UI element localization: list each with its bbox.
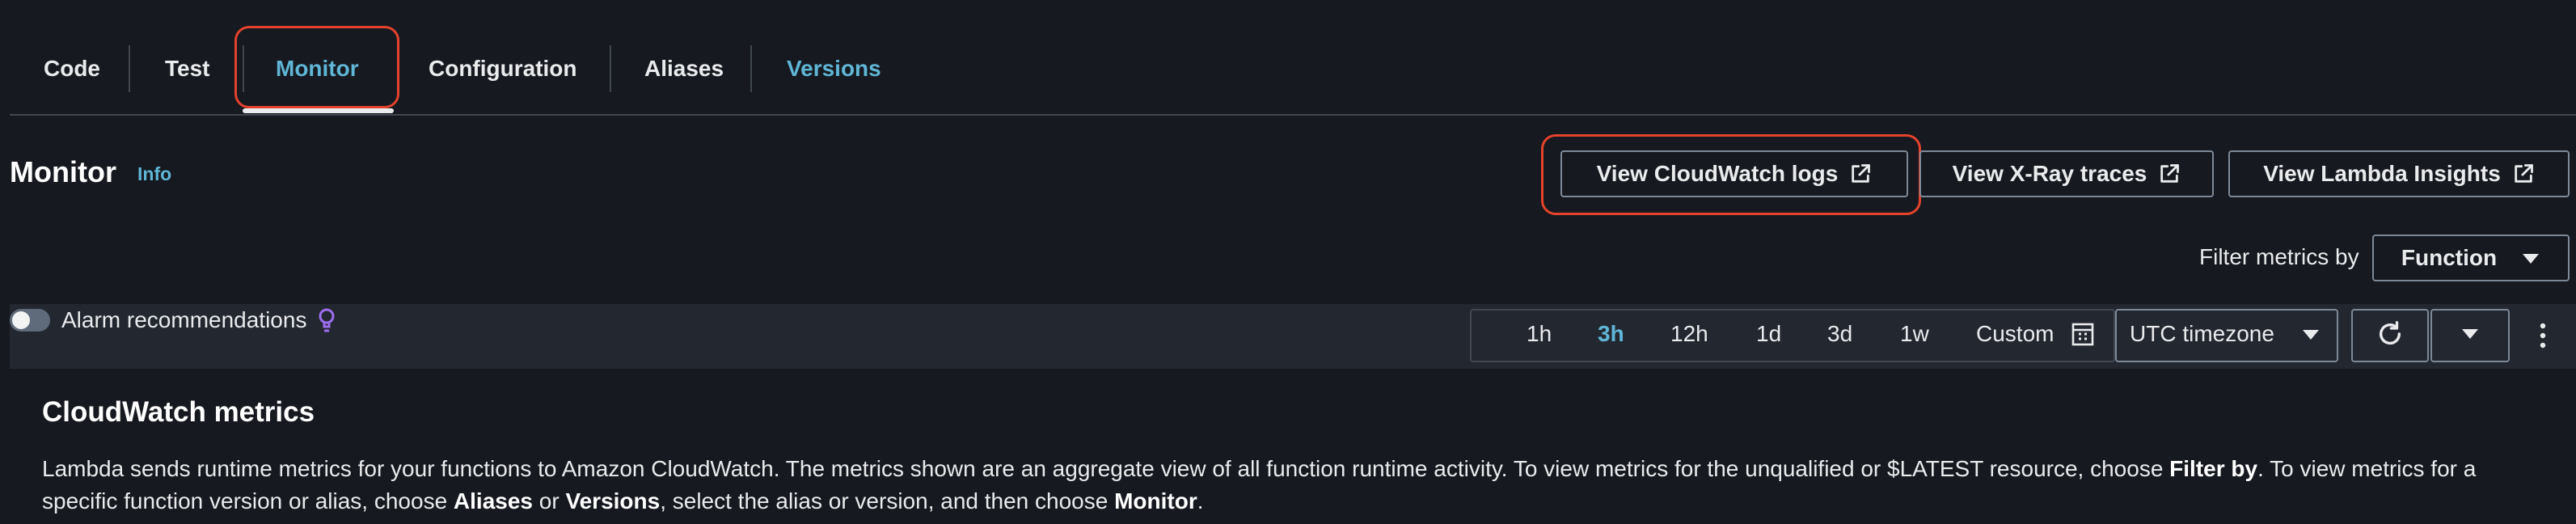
lightbulb-icon bbox=[317, 307, 336, 339]
more-vertical-icon[interactable] bbox=[2539, 322, 2547, 353]
caret-down-icon bbox=[2521, 245, 2540, 271]
cloudwatch-metrics-title: CloudWatch metrics bbox=[42, 396, 315, 428]
tab-configuration[interactable]: Configuration bbox=[429, 49, 577, 89]
range-3h[interactable]: 3h bbox=[1598, 321, 1624, 347]
view-xray-traces-button[interactable]: View X-Ray traces bbox=[1919, 150, 2214, 197]
desc-text: Lambda sends runtime metrics for your fu… bbox=[42, 456, 2170, 481]
view-xray-traces-label: View X-Ray traces bbox=[1952, 161, 2147, 186]
tab-divider bbox=[610, 45, 611, 92]
filter-metrics-label: Filter metrics by bbox=[2199, 244, 2359, 269]
tab-divider bbox=[129, 45, 130, 92]
caret-down-icon bbox=[2301, 328, 2321, 345]
range-1h[interactable]: 1h bbox=[1527, 321, 1552, 347]
info-link[interactable]: Info bbox=[137, 163, 171, 185]
cloudwatch-metrics-description: Lambda sends runtime metrics for your fu… bbox=[42, 453, 2557, 518]
highlight-cloudwatch-logs bbox=[1541, 134, 1921, 215]
refresh-button[interactable] bbox=[2351, 309, 2429, 362]
range-custom[interactable]: Custom bbox=[1976, 321, 2054, 347]
view-lambda-insights-button[interactable]: View Lambda Insights bbox=[2228, 150, 2570, 197]
page-title: Monitor bbox=[10, 155, 116, 188]
refresh-options-dropdown[interactable] bbox=[2430, 309, 2510, 362]
caret-down-icon bbox=[2460, 328, 2481, 344]
refresh-icon bbox=[2376, 320, 2404, 352]
highlight-monitor-tab bbox=[234, 26, 399, 108]
filter-metrics-value: Function bbox=[2401, 245, 2498, 270]
alarm-recommendations-toggle[interactable] bbox=[10, 309, 50, 332]
desc-versions: Versions bbox=[565, 488, 661, 513]
range-12h[interactable]: 12h bbox=[1670, 321, 1708, 347]
desc-text: . bbox=[1197, 488, 1204, 513]
calendar-icon[interactable] bbox=[2071, 322, 2094, 350]
external-link-icon bbox=[2512, 163, 2535, 185]
tab-aliases[interactable]: Aliases bbox=[644, 49, 724, 89]
alarm-recommendations-label: Alarm recommendations bbox=[61, 307, 307, 332]
desc-text: or bbox=[533, 488, 566, 513]
range-1w[interactable]: 1w bbox=[1900, 321, 1929, 347]
external-link-icon bbox=[2158, 163, 2181, 185]
desc-filter-by: Filter by bbox=[2169, 456, 2258, 481]
desc-aliases: Aliases bbox=[453, 488, 533, 513]
tabs-divider bbox=[10, 114, 2576, 116]
desc-text: , select the alias or version, and then … bbox=[660, 488, 1115, 513]
tab-test[interactable]: Test bbox=[165, 49, 210, 89]
desc-monitor: Monitor bbox=[1114, 488, 1197, 513]
range-3d[interactable]: 3d bbox=[1827, 321, 1852, 347]
range-1d[interactable]: 1d bbox=[1756, 321, 1781, 347]
tab-divider bbox=[750, 45, 752, 92]
timezone-value: UTC timezone bbox=[2130, 321, 2274, 346]
tab-code[interactable]: Code bbox=[44, 49, 100, 89]
tab-versions[interactable]: Versions bbox=[787, 49, 881, 89]
active-tab-indicator bbox=[243, 108, 394, 113]
view-lambda-insights-label: View Lambda Insights bbox=[2263, 161, 2501, 186]
filter-metrics-select[interactable]: Function bbox=[2372, 235, 2570, 281]
